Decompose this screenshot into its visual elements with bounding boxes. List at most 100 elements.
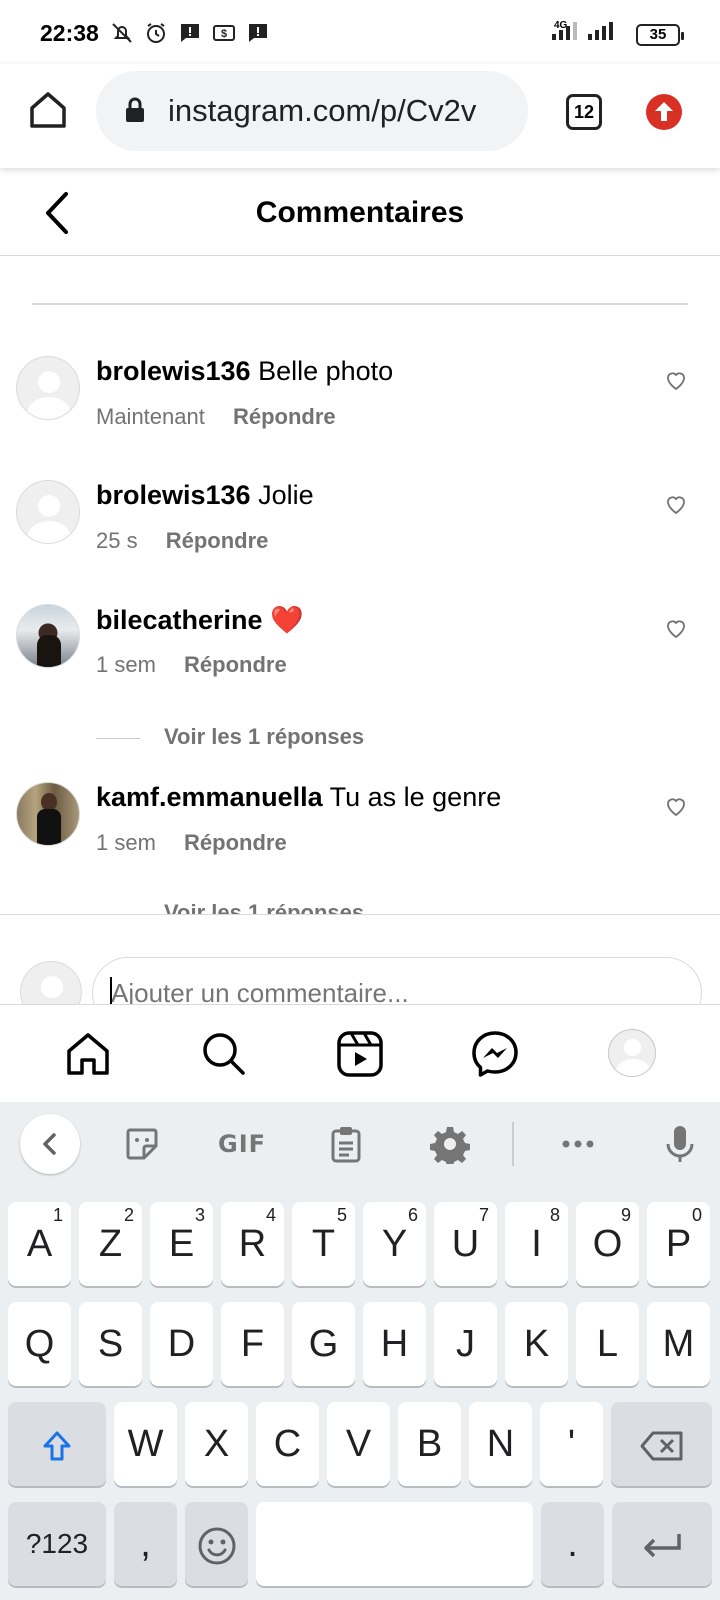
comment-item: bilecatherine ❤️ 1 sem Répondre xyxy=(0,548,720,677)
avatar[interactable] xyxy=(16,604,80,668)
heart-icon[interactable] xyxy=(664,794,688,818)
clipboard-icon[interactable] xyxy=(326,1124,366,1164)
battery-icon: 35 xyxy=(636,24,684,46)
comment-item: brolewis136 Jolie 25 s Répondre xyxy=(0,424,720,553)
update-button[interactable] xyxy=(646,94,682,130)
key-u[interactable]: U7 xyxy=(434,1202,497,1286)
key-k[interactable]: K xyxy=(505,1302,568,1386)
avatar[interactable] xyxy=(16,480,80,544)
key-w[interactable]: W xyxy=(114,1402,177,1486)
comments-list[interactable]: brolewis136 Belle photo Maintenant Répon… xyxy=(0,306,720,914)
key-apostrophe[interactable]: ' xyxy=(540,1402,603,1486)
message-alert-icon xyxy=(178,21,202,45)
url-text: instagram.com/p/Cv2v xyxy=(168,93,477,128)
key-o[interactable]: O9 xyxy=(576,1202,639,1286)
gear-icon[interactable] xyxy=(430,1124,470,1167)
key-p[interactable]: P0 xyxy=(647,1202,710,1286)
emoji-key[interactable] xyxy=(185,1502,248,1586)
key-n[interactable]: N xyxy=(469,1402,532,1486)
address-bar[interactable]: instagram.com/p/Cv2v xyxy=(96,71,528,151)
heart-icon[interactable] xyxy=(664,492,688,516)
view-replies-button[interactable]: Voir les 1 réponses xyxy=(96,900,364,914)
notification-icons: $ xyxy=(110,21,270,45)
heart-icon[interactable] xyxy=(664,368,688,392)
avatar[interactable] xyxy=(16,356,80,420)
key-g[interactable]: G xyxy=(292,1302,355,1386)
comment-body: ❤️ xyxy=(270,605,304,635)
browser-home-button[interactable] xyxy=(24,86,72,134)
shift-key[interactable] xyxy=(8,1402,106,1486)
avatar xyxy=(20,961,82,1004)
period-key[interactable]: . xyxy=(541,1502,604,1586)
key-j[interactable]: J xyxy=(434,1302,497,1386)
key-l[interactable]: L xyxy=(576,1302,639,1386)
alarm-icon xyxy=(144,21,168,45)
gif-button[interactable]: GIF xyxy=(218,1130,266,1158)
nav-home[interactable] xyxy=(63,1029,113,1079)
key-d[interactable]: D xyxy=(150,1302,213,1386)
shift-arrow-icon xyxy=(43,1431,71,1461)
comment-username[interactable]: brolewis136 xyxy=(96,480,251,510)
key-a[interactable]: A1 xyxy=(8,1202,71,1286)
comment-meta: 1 sem Répondre xyxy=(96,830,287,856)
sticker-icon[interactable] xyxy=(122,1124,162,1164)
comment-username[interactable]: kamf.emmanuella xyxy=(96,782,323,812)
key-s[interactable]: S xyxy=(79,1302,142,1386)
key-c[interactable]: C xyxy=(256,1402,319,1486)
symbols-key[interactable]: ?123 xyxy=(8,1502,106,1586)
nav-profile-avatar[interactable] xyxy=(608,1029,656,1077)
key-f[interactable]: F xyxy=(221,1302,284,1386)
nav-search[interactable] xyxy=(199,1029,249,1079)
key-i[interactable]: I8 xyxy=(505,1202,568,1286)
reply-button[interactable]: Répondre xyxy=(184,830,287,855)
comment-composer xyxy=(0,914,720,1004)
key-b[interactable]: B xyxy=(398,1402,461,1486)
text-cursor xyxy=(110,977,112,1004)
comment-text: brolewis136 Belle photo xyxy=(96,356,393,387)
chevron-left-icon xyxy=(43,1133,56,1155)
tabs-button[interactable]: 12 xyxy=(566,94,602,130)
status-bar: 22:38 $ 4G 35 xyxy=(0,0,720,64)
emoji-icon xyxy=(198,1527,235,1565)
space-key[interactable] xyxy=(256,1502,533,1586)
page-header: Commentaires xyxy=(0,170,720,256)
key-t[interactable]: T5 xyxy=(292,1202,355,1286)
comment-body: Belle photo xyxy=(258,356,394,386)
signal-icon xyxy=(588,22,613,40)
key-h[interactable]: H xyxy=(363,1302,426,1386)
arrow-up-icon xyxy=(655,102,673,121)
page-title: Commentaires xyxy=(255,196,465,229)
nav-messenger[interactable] xyxy=(470,1029,520,1079)
key-v[interactable]: V xyxy=(327,1402,390,1486)
more-icon[interactable] xyxy=(558,1124,598,1164)
avatar[interactable] xyxy=(16,782,80,846)
key-x[interactable]: X xyxy=(185,1402,248,1486)
comment-username[interactable]: brolewis136 xyxy=(96,356,251,386)
svg-text:$: $ xyxy=(221,28,227,40)
comment-text: kamf.emmanuella Tu as le genre xyxy=(96,782,501,813)
messenger-icon xyxy=(472,1031,518,1077)
home-icon xyxy=(67,1033,109,1075)
search-icon xyxy=(203,1033,245,1075)
key-m[interactable]: M xyxy=(647,1302,710,1386)
comment-input[interactable] xyxy=(92,957,702,1004)
key-z[interactable]: Z2 xyxy=(79,1202,142,1286)
comment-item: brolewis136 Belle photo Maintenant Répon… xyxy=(0,306,720,429)
signal-icon xyxy=(552,22,577,40)
toolbar-separator xyxy=(512,1122,514,1166)
keyboard-collapse-button[interactable] xyxy=(20,1114,80,1174)
backspace-key[interactable] xyxy=(611,1402,712,1486)
key-y[interactable]: Y6 xyxy=(363,1202,426,1286)
key-q[interactable]: Q xyxy=(8,1302,71,1386)
enter-key[interactable] xyxy=(612,1502,712,1586)
heart-icon[interactable] xyxy=(664,616,688,640)
comma-key[interactable]: , xyxy=(114,1502,177,1586)
key-e[interactable]: E3 xyxy=(150,1202,213,1286)
microphone-icon[interactable] xyxy=(660,1124,700,1164)
comment-body: Tu as le genre xyxy=(329,782,502,812)
reply-button[interactable]: Répondre xyxy=(184,652,287,677)
key-r[interactable]: R4 xyxy=(221,1202,284,1286)
comment-username[interactable]: bilecatherine xyxy=(96,605,263,635)
comment-text: bilecatherine ❤️ xyxy=(96,604,304,636)
nav-reels[interactable] xyxy=(335,1029,385,1079)
